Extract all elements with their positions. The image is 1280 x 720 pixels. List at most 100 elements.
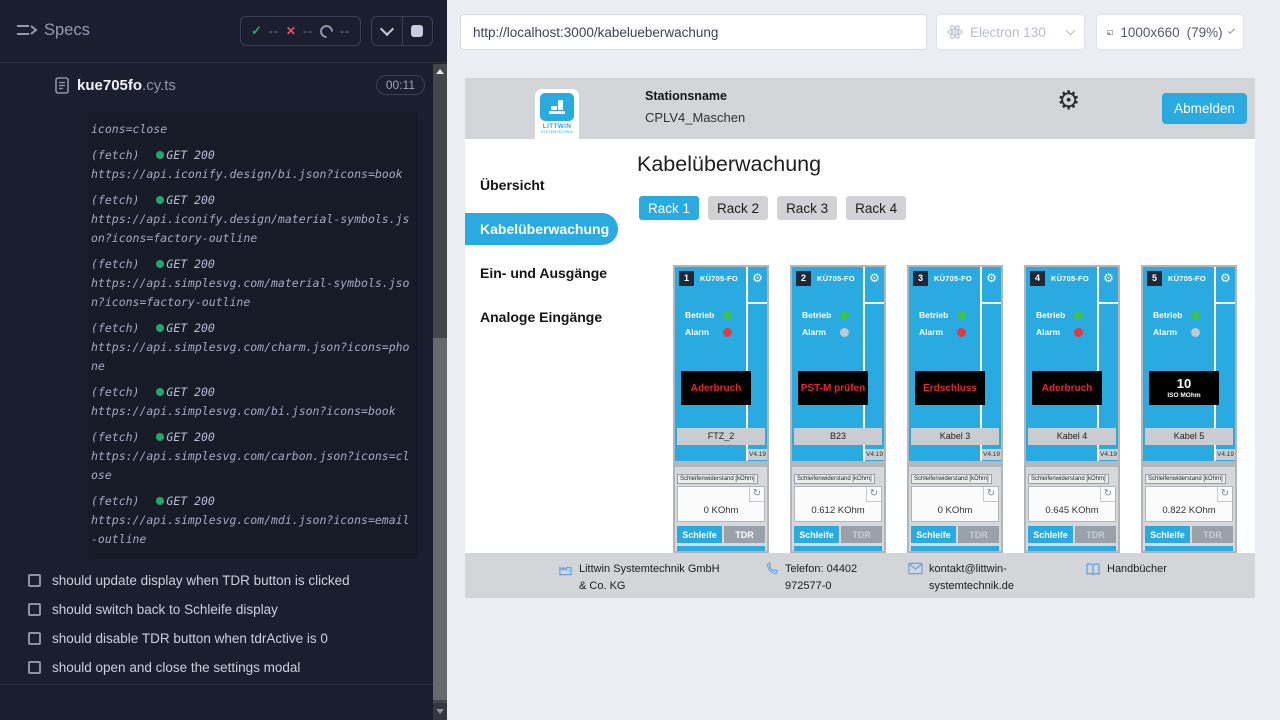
refresh-icon[interactable]: ↻: [866, 487, 881, 502]
log-url: https://api.simplesvg.com/bi.json?icons=…: [91, 402, 414, 421]
chevron-down-icon: [1066, 26, 1076, 36]
footer-phone[interactable]: Telefon: 04402 972577-0: [765, 561, 897, 595]
status-dot-icon: [156, 324, 164, 332]
refresh-icon[interactable]: ↻: [1100, 487, 1115, 502]
viewport-select[interactable]: 1000x660 (79%): [1096, 14, 1244, 50]
electron-icon: [947, 24, 963, 40]
tab-rack-3[interactable]: Rack 3: [777, 196, 837, 220]
scroll-up-icon[interactable]: [436, 69, 444, 74]
card-settings-gear-icon[interactable]: ⚙: [752, 272, 763, 284]
firmware-version: V4.19: [1216, 449, 1235, 460]
logout-button[interactable]: Abmelden: [1162, 93, 1247, 124]
log-entry[interactable]: (fetch) GET 200 https://api.simplesvg.co…: [91, 492, 414, 549]
betrieb-led: [1191, 311, 1200, 320]
tdr-button[interactable]: TDR: [724, 526, 765, 543]
running-icon: [317, 22, 335, 40]
app-header: LITTWIN SYSTEMTECHNIK Stationsname CPLV4…: [465, 78, 1255, 139]
footer-email[interactable]: kontakt@littwin-systemtechnik.de: [908, 561, 1017, 595]
refresh-icon[interactable]: ↻: [749, 487, 764, 502]
tdr-button[interactable]: TDR: [1192, 526, 1233, 543]
tdr-button[interactable]: TDR: [841, 526, 882, 543]
log-entry[interactable]: (fetch) GET 200 https://api.simplesvg.co…: [91, 255, 414, 312]
stop-button[interactable]: [402, 17, 433, 45]
failed-count: --: [303, 24, 313, 38]
refresh-icon[interactable]: ↻: [1217, 487, 1232, 502]
sidebar-item-analoge-eingaenge[interactable]: Analoge Eingänge: [465, 301, 630, 333]
schleife-button[interactable]: Schleife: [1028, 526, 1073, 543]
schleife-button[interactable]: Schleife: [794, 526, 839, 543]
sidebar-item-ein-und-ausgaenge[interactable]: Ein- und Ausgänge: [465, 257, 630, 289]
log-entry[interactable]: (fetch) GET 200 https://api.iconify.desi…: [91, 146, 414, 184]
spec-name: kue705fo.cy.ts: [77, 77, 176, 94]
pending-test-list: should update display when TDR button is…: [0, 566, 433, 682]
card-settings-gear-icon[interactable]: ⚙: [1220, 272, 1231, 284]
specs-menu-icon[interactable]: [16, 23, 38, 42]
scroll-down-button[interactable]: [433, 703, 447, 720]
logo-text: LITTWIN: [535, 123, 579, 130]
card-bottom-strip: [1028, 546, 1116, 553]
log-url: https://api.simplesvg.com/charm.json?ico…: [91, 338, 414, 376]
browser-name: Electron 130: [970, 25, 1046, 40]
resistance-value-box: ↻ 0.822 KOhm: [1145, 486, 1233, 522]
status-dot-icon: [156, 151, 164, 159]
test-stats[interactable]: ✓ -- ✕ -- --: [240, 16, 361, 46]
tdr-button[interactable]: TDR: [1075, 526, 1116, 543]
log-entry[interactable]: (fetch) GET 200 https://api.iconify.desi…: [91, 191, 414, 248]
sidebar-item-kabelueberwachung[interactable]: Kabelüberwachung: [465, 213, 618, 245]
card-settings-gear-icon[interactable]: ⚙: [1103, 272, 1114, 284]
log-entry[interactable]: (fetch) GET 200 https://api.simplesvg.co…: [91, 383, 414, 421]
footer-manuals-text: Handbücher: [1107, 561, 1167, 578]
tab-rack-2[interactable]: Rack 2: [708, 196, 768, 220]
test-title: should open and close the settings modal: [52, 660, 300, 675]
sidebar-item-uebersicht[interactable]: Übersicht: [465, 169, 630, 201]
collapse-button[interactable]: [372, 17, 402, 45]
spec-row[interactable]: kue705fo.cy.ts 00:11: [0, 63, 433, 109]
tdr-button[interactable]: TDR: [958, 526, 999, 543]
url-input[interactable]: [460, 14, 927, 50]
log-entry[interactable]: (fetch) GET 200 https://api.simplesvg.co…: [91, 428, 414, 485]
slot-number-badge: 3: [913, 271, 928, 286]
resistance-label: Schleifenwiderstand [kOhm]: [1145, 474, 1226, 484]
schleife-button[interactable]: Schleife: [911, 526, 956, 543]
betrieb-led: [840, 311, 849, 320]
status-display: Erdschluss: [915, 371, 985, 405]
status-display: PST-M prüfen: [798, 371, 868, 405]
log-entry[interactable]: (fetch) GET 200 https://api.simplesvg.co…: [91, 319, 414, 376]
settings-gear-icon[interactable]: ⚙: [1057, 87, 1080, 113]
left-scrollbar[interactable]: [433, 64, 447, 720]
status-display: Aderbruch: [1032, 371, 1102, 405]
test-item[interactable]: should switch back to Schleife display: [0, 595, 433, 624]
footer-company: Littwin Systemtechnik GmbH & Co. KG: [558, 561, 729, 595]
device-card: ⚙ 3 KÜ705-FO Betrieb Alarm Erdschluss Ka…: [907, 265, 1003, 553]
spec-ext: .cy.ts: [142, 77, 176, 94]
log-url: https://api.iconify.design/material-symb…: [91, 210, 414, 248]
resistance-label: Schleifenwiderstand [kOhm]: [677, 474, 758, 484]
phone-icon: [765, 562, 779, 577]
resistance-label: Schleifenwiderstand [kOhm]: [794, 474, 875, 484]
refresh-icon[interactable]: ↻: [983, 487, 998, 502]
log-status: GET 200: [166, 430, 214, 444]
scrollbar-thumb[interactable]: [433, 338, 447, 700]
card-settings-gear-icon[interactable]: ⚙: [869, 272, 880, 284]
schleife-button[interactable]: Schleife: [1145, 526, 1190, 543]
tab-rack-1[interactable]: Rack 1: [639, 196, 699, 220]
schleife-button[interactable]: Schleife: [677, 526, 722, 543]
alarm-led-row: Alarm: [685, 327, 732, 337]
card-settings-gear-icon[interactable]: ⚙: [986, 272, 997, 284]
stop-icon: [411, 25, 423, 37]
browser-select[interactable]: Electron 130: [936, 14, 1085, 50]
cypress-panel: Specs ✓ -- ✕ -- -- kue705fo.cy.ts 00:11 …: [0, 0, 447, 720]
footer-manuals[interactable]: Handbücher: [1085, 561, 1167, 578]
status-display-unit: ISO MOhm: [1167, 392, 1200, 399]
running-count: --: [340, 24, 350, 38]
test-item[interactable]: should open and close the settings modal: [0, 653, 433, 682]
email-icon: [908, 562, 923, 575]
betrieb-led-row: Betrieb: [1153, 310, 1200, 320]
firmware-version: V4.19: [982, 449, 1001, 460]
test-item[interactable]: should disable TDR button when tdrActive…: [0, 624, 433, 653]
betrieb-led-row: Betrieb: [919, 310, 966, 320]
alarm-led-row: Alarm: [919, 327, 966, 337]
test-item[interactable]: should update display when TDR button is…: [0, 566, 433, 595]
tab-rack-4[interactable]: Rack 4: [846, 196, 906, 220]
measurement-panel: Schleifenwiderstand [kOhm] ↻ 0.612 KOhm …: [792, 461, 884, 551]
